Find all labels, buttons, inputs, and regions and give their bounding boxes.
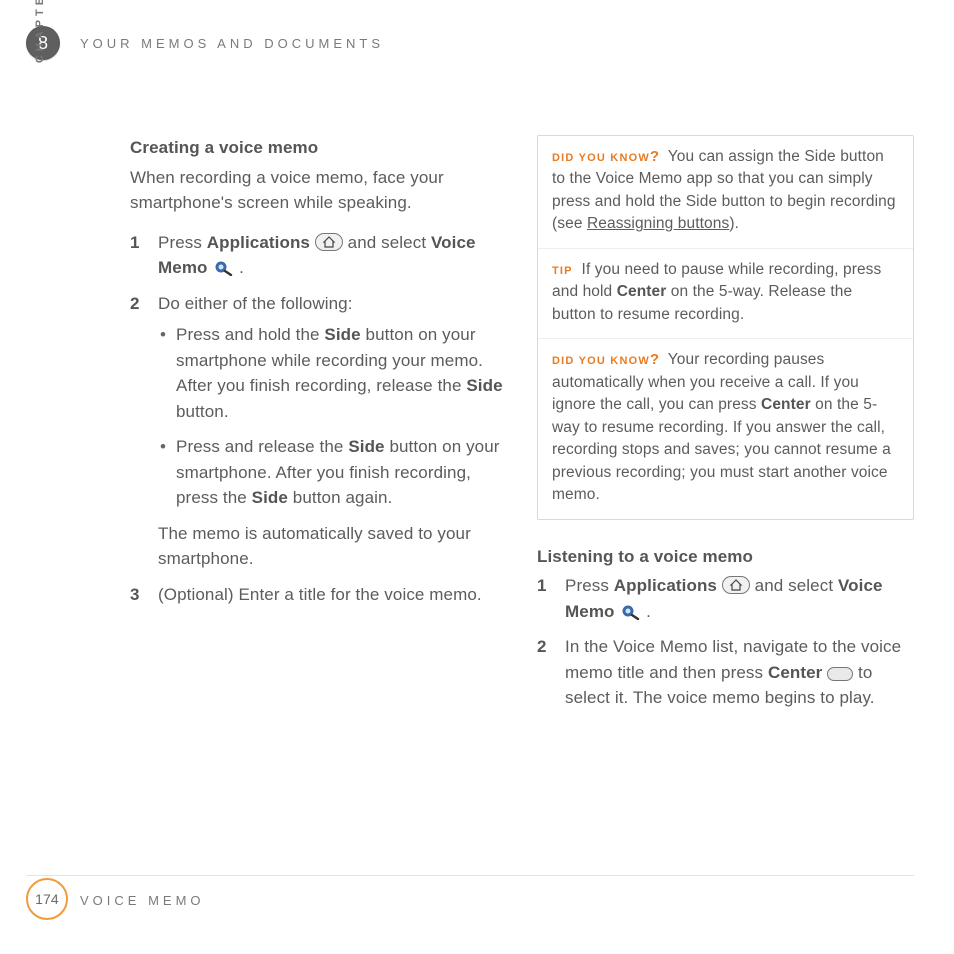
section-heading-listening: Listening to a voice memo [537,544,914,570]
step-1: 1 Press Applications and select Voice Me… [130,230,507,281]
top-header: YOUR MEMOS AND DOCUMENTS [80,36,384,51]
center-button-icon [827,667,853,681]
chapter-label: CHAPTER [34,0,46,82]
bullet-1: Press and hold the Side button on your s… [158,322,507,424]
step-number: 2 [130,291,140,317]
right-column: DID YOU KNOW? You can assign the Side bu… [537,135,914,721]
home-icon [315,233,343,251]
step-number: 3 [130,582,140,608]
content-columns: Creating a voice memo When recording a v… [130,135,914,721]
did-you-know-1: DID YOU KNOW? You can assign the Side bu… [538,136,913,248]
question-mark-icon: ? [650,148,659,165]
step2-bullets: Press and hold the Side button on your s… [158,322,507,511]
voice-memo-icon [619,602,641,620]
step2-lead: Do either of the following: [158,294,353,313]
center-label: Center [768,663,822,682]
footer-rule [26,875,914,876]
applications-label: Applications [614,576,717,595]
section-heading-creating: Creating a voice memo [130,135,507,161]
footer-label: VOICE MEMO [80,893,205,908]
listening-steps: 1 Press Applications and select Voice Me… [537,573,914,711]
creating-steps: 1 Press Applications and select Voice Me… [130,230,507,608]
step-number: 1 [537,573,547,599]
step-number: 2 [537,634,547,660]
tip-box: DID YOU KNOW? You can assign the Side bu… [537,135,914,520]
step-1: 1 Press Applications and select Voice Me… [537,573,914,624]
after-bullets: The memo is automatically saved to your … [158,521,507,572]
reassigning-buttons-link[interactable]: Reassigning buttons [587,215,729,232]
applications-label: Applications [207,233,310,252]
step-3: 3 (Optional) Enter a title for the voice… [130,582,507,608]
bullet-2: Press and release the Side button on you… [158,434,507,511]
step-2: 2 In the Voice Memo list, navigate to th… [537,634,914,711]
step-number: 1 [130,230,140,256]
left-column: Creating a voice memo When recording a v… [130,135,507,721]
tip-label: TIP [552,265,573,277]
tip-1: TIP If you need to pause while recording… [538,248,913,338]
did-you-know-2: DID YOU KNOW? Your recording pauses auto… [538,338,913,518]
dyk-label: DID YOU KNOW [552,152,650,164]
step3-text: (Optional) Enter a title for the voice m… [158,585,482,604]
step1-pre: Press [158,233,207,252]
page-number-badge: 174 [26,878,68,920]
step1-end: . [234,258,244,277]
dyk-label: DID YOU KNOW [552,355,650,367]
intro-text: When recording a voice memo, face your s… [130,165,507,216]
home-icon [722,576,750,594]
step-2: 2 Do either of the following: Press and … [130,291,507,572]
page-number: 174 [35,891,59,907]
question-mark-icon: ? [650,351,659,368]
voice-memo-icon [212,258,234,276]
step1-mid: and select [348,233,431,252]
